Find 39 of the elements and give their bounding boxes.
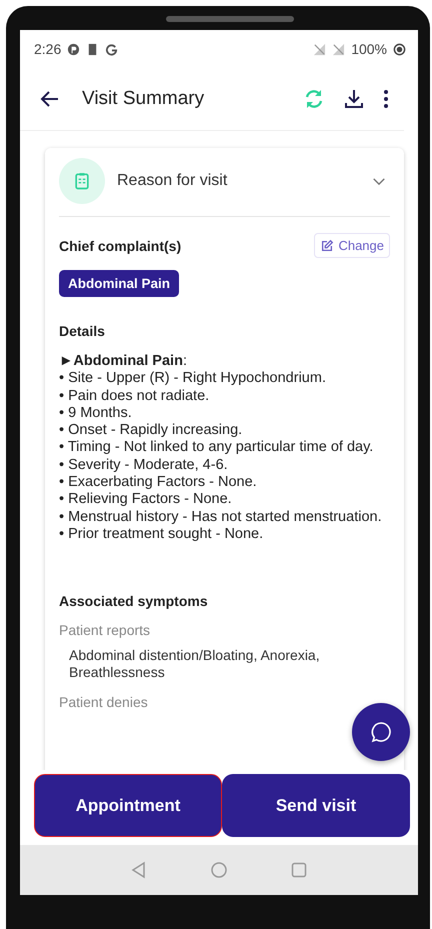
field-label: Details xyxy=(59,323,106,339)
detail-line: • 9 Months. xyxy=(59,404,133,422)
target-circle-icon xyxy=(393,42,406,56)
group-label: Patient reports xyxy=(59,622,152,638)
detail-line: • Relieving Factors - None. xyxy=(59,491,233,509)
action-button[interactable]: Send visit xyxy=(222,774,410,837)
symptom-text: Abdominal distention/Bloating, Anorexia, Breathlessness xyxy=(69,647,321,682)
screen-title: Visit Summary xyxy=(82,88,204,110)
field-label: Chief complaint(s) xyxy=(59,238,182,254)
g-letter-icon xyxy=(105,42,118,56)
complaint-chip: Abdominal Pain xyxy=(59,270,180,297)
action-button[interactable]: Appointment xyxy=(34,774,222,837)
edit-icon xyxy=(320,238,334,252)
detail-line: • Prior treatment sought - None. xyxy=(59,526,264,544)
battery-percentage: 100% xyxy=(351,41,387,57)
group-label: Patient denies xyxy=(59,694,149,710)
download-icon[interactable] xyxy=(342,87,366,111)
detail-line: • Onset - Rapidly increasing. xyxy=(59,422,244,440)
detail-line: ►Abdominal Pain: xyxy=(59,353,188,370)
chevron-icon[interactable] xyxy=(372,176,386,186)
detail-line: • Exacerbating Factors - None. xyxy=(59,474,258,492)
change-button[interactable]: Change xyxy=(314,233,390,258)
home-circle-icon[interactable] xyxy=(209,860,229,880)
chat-bubble-icon xyxy=(369,720,393,744)
detail-line: • Pain does not radiate. xyxy=(59,388,210,405)
circle-status-icon xyxy=(67,42,80,56)
chat-button[interactable] xyxy=(352,703,410,761)
detail-line: • Severity - Moderate, 4-6. xyxy=(59,456,229,474)
detail-line: • Site - Upper (R) - Right Hypochondrium. xyxy=(59,370,327,388)
recents-square-icon[interactable] xyxy=(289,860,309,880)
field-label: Associated symptoms xyxy=(59,593,209,610)
more-options-icon[interactable] xyxy=(382,87,390,111)
status-time: 2:26 xyxy=(34,41,62,57)
no-signal-icon xyxy=(332,42,346,56)
no-signal-icon xyxy=(313,42,326,56)
clipboard-icon xyxy=(59,158,105,204)
section-title: Reason for visit xyxy=(117,172,228,190)
detail-line: • Menstrual history - Has not started menstruation. xyxy=(59,508,383,526)
detail-line: • Timing - Not linked to any particular time of day. xyxy=(59,439,374,457)
